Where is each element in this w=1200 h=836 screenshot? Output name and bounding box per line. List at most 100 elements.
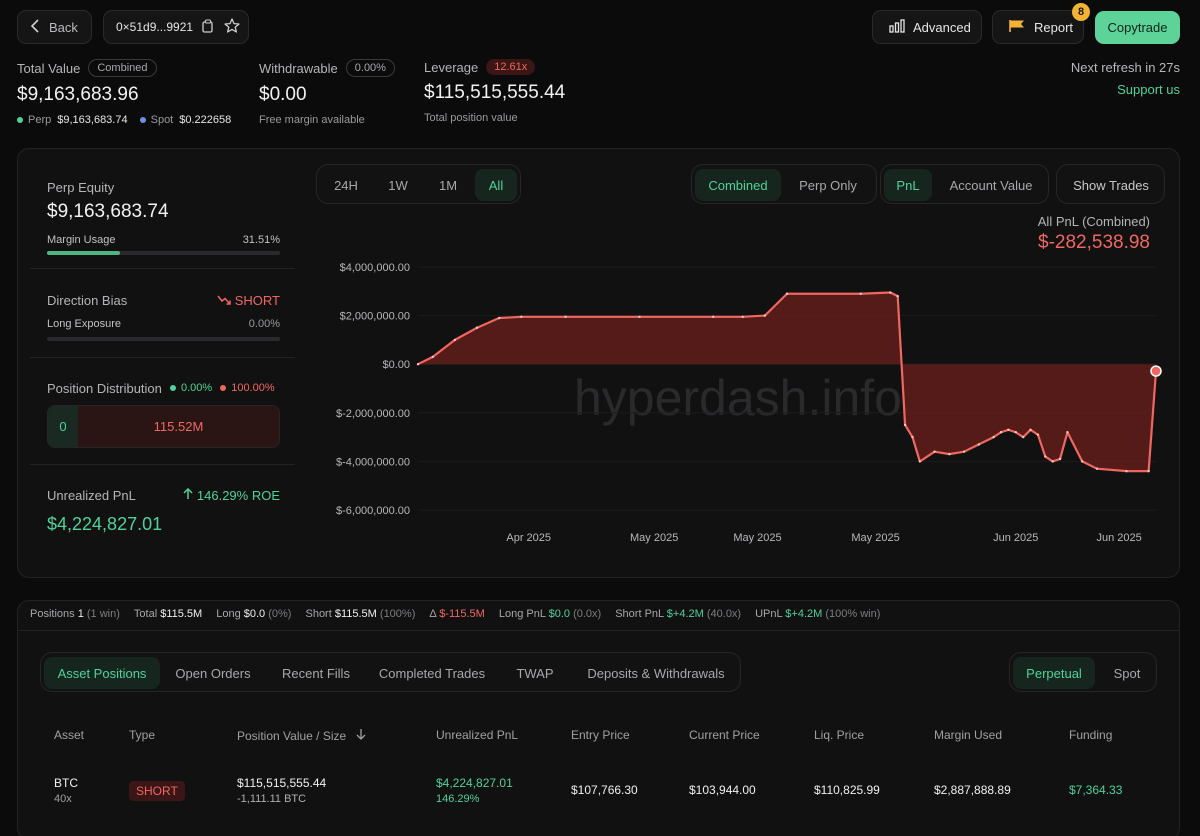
stat-label: Short xyxy=(305,608,332,620)
refresh-timer: Next refresh in 27s xyxy=(1070,60,1180,75)
data-point xyxy=(564,315,567,319)
metric-pnl[interactable]: PnL xyxy=(884,169,932,201)
mode-perp-only[interactable]: Perp Only xyxy=(784,169,872,201)
dist-long-pct: 0.00% xyxy=(181,382,213,394)
tab-open-orders[interactable]: Open Orders xyxy=(165,657,261,689)
distribution-bar: 0 115.52M xyxy=(47,405,280,448)
stat-sub: (40.0x) xyxy=(706,608,742,620)
divider xyxy=(30,268,295,269)
chevron-left-icon xyxy=(30,18,40,36)
x-tick-label: May 2025 xyxy=(630,532,678,544)
tab-deposits-withdrawals[interactable]: Deposits & Withdrawals xyxy=(575,657,737,689)
market-tabs: Perpetual Spot xyxy=(1009,652,1157,692)
report-button[interactable]: Report xyxy=(992,10,1084,44)
range-1m[interactable]: 1M xyxy=(424,169,472,201)
data-point xyxy=(992,435,995,439)
header-type[interactable]: Type xyxy=(129,728,155,742)
stat-value: $115.5M xyxy=(160,608,203,620)
header-entry-price[interactable]: Entry Price xyxy=(571,728,630,742)
x-tick-label: Jun 2025 xyxy=(993,532,1038,544)
divider xyxy=(30,464,295,465)
mode-selector: Combined Perp Only xyxy=(691,164,877,204)
data-point xyxy=(1095,467,1099,470)
row-size: -1,111.11 BTC xyxy=(237,793,307,805)
advanced-button[interactable]: Advanced xyxy=(872,10,982,44)
stat-label: Positions xyxy=(30,608,75,620)
range-24h[interactable]: 24H xyxy=(322,169,370,201)
header-funding[interactable]: Funding xyxy=(1069,728,1112,742)
stat-value: $+4.2M xyxy=(666,608,704,620)
stat-short: Short $115.5M (100%) xyxy=(305,608,415,620)
leverage-badge: 12.61x xyxy=(486,59,536,75)
show-trades-label: Show Trades xyxy=(1073,177,1149,193)
tab-perpetual[interactable]: Perpetual xyxy=(1013,657,1095,689)
current-point-marker xyxy=(1150,365,1162,377)
row-entry-price: $107,766.30 xyxy=(571,783,638,797)
support-link[interactable]: Support us xyxy=(1117,82,1180,97)
header-position-value-label: Position Value / Size xyxy=(237,729,347,743)
y-tick-label: $-2,000,000.00 xyxy=(336,408,410,420)
spot-dot xyxy=(139,117,146,123)
mode-combined[interactable]: Combined xyxy=(695,169,781,201)
range-all[interactable]: All xyxy=(475,169,517,201)
header-asset[interactable]: Asset xyxy=(54,728,84,742)
positions-tabs: Asset Positions Open Orders Recent Fills… xyxy=(40,652,741,692)
metric-account-value[interactable]: Account Value xyxy=(937,169,1045,201)
tab-twap[interactable]: TWAP xyxy=(501,657,569,689)
pnl-chart: hyperdash.info $4,000,000.00 $2,000,000.00… xyxy=(336,262,1162,544)
unrealized-pnl-value: $4,224,827.01 xyxy=(47,514,163,534)
back-button[interactable]: Back xyxy=(17,10,92,44)
data-point xyxy=(1051,460,1054,463)
header-unrealized-pnl[interactable]: Unrealized PnL xyxy=(436,728,518,742)
stats-strip: Positions 1 (1 win) Total $115.5M Long $… xyxy=(30,608,880,620)
data-point xyxy=(1125,469,1128,473)
direction-bias-value: SHORT xyxy=(200,293,280,308)
data-point xyxy=(1014,431,1017,434)
row-upnl-pct: 146.29% xyxy=(436,793,480,805)
pnl-title: All PnL (Combined) xyxy=(1037,214,1150,229)
leverage-sub: Total position value xyxy=(424,112,518,124)
star-icon[interactable] xyxy=(224,18,240,36)
long-dot xyxy=(170,385,176,391)
stat-value: $0.0 xyxy=(548,608,571,620)
stat-label: Total xyxy=(133,608,158,620)
range-1w[interactable]: 1W xyxy=(374,169,422,201)
tab-recent-fills[interactable]: Recent Fills xyxy=(269,657,363,689)
withdrawable-label: Withdrawable xyxy=(259,60,338,76)
margin-usage-value: 31.51% xyxy=(242,234,280,246)
advanced-label: Advanced xyxy=(913,19,971,35)
data-point xyxy=(962,450,966,453)
header-margin-used[interactable]: Margin Used xyxy=(934,728,1002,742)
address-chip[interactable]: 0×51d9...9921 xyxy=(103,10,249,44)
x-tick-label: Jun 2025 xyxy=(1096,532,1141,544)
metric-selector: PnL Account Value xyxy=(880,164,1049,204)
row-funding: $7,364.33 xyxy=(1069,783,1123,797)
row-current-price: $103,944.00 xyxy=(689,783,756,797)
tab-completed-trades[interactable]: Completed Trades xyxy=(369,657,495,689)
header-current-price[interactable]: Current Price xyxy=(689,728,760,742)
data-point xyxy=(859,292,862,295)
sort-down-icon[interactable] xyxy=(356,729,366,743)
withdrawable-value: $0.00 xyxy=(259,84,307,105)
withdrawable-block: Withdrawable 0.00% $0.00 Free margin ava… xyxy=(259,59,419,126)
copy-icon[interactable] xyxy=(202,18,214,36)
tab-spot[interactable]: Spot xyxy=(1100,657,1154,689)
data-point xyxy=(896,294,899,298)
stat-short-pnl: Short PnL $+4.2M (40.0x) xyxy=(615,608,741,620)
stat-total: Total $115.5M xyxy=(134,608,202,620)
report-label: Report xyxy=(1034,19,1074,35)
stat-sub: (0%) xyxy=(268,608,292,620)
tab-asset-positions[interactable]: Asset Positions xyxy=(44,657,160,689)
stat-sub: (1 win) xyxy=(86,608,120,620)
copytrade-button[interactable]: Copytrade xyxy=(1095,11,1180,44)
row-upnl: $4,224,827.01 xyxy=(436,776,513,790)
header-position-value[interactable]: Position Value / Size xyxy=(237,728,366,743)
stat-long-pnl: Long PnL $0.0 (0.0x) xyxy=(499,608,601,620)
header-liq-price[interactable]: Liq. Price xyxy=(814,728,864,742)
data-point xyxy=(1029,428,1032,432)
stat-label: Long PnL xyxy=(498,608,546,620)
stat-sub: (0.0x) xyxy=(573,608,602,620)
flag-icon xyxy=(1009,19,1025,36)
data-point xyxy=(1021,435,1025,439)
show-trades-button[interactable]: Show Trades xyxy=(1056,164,1165,204)
